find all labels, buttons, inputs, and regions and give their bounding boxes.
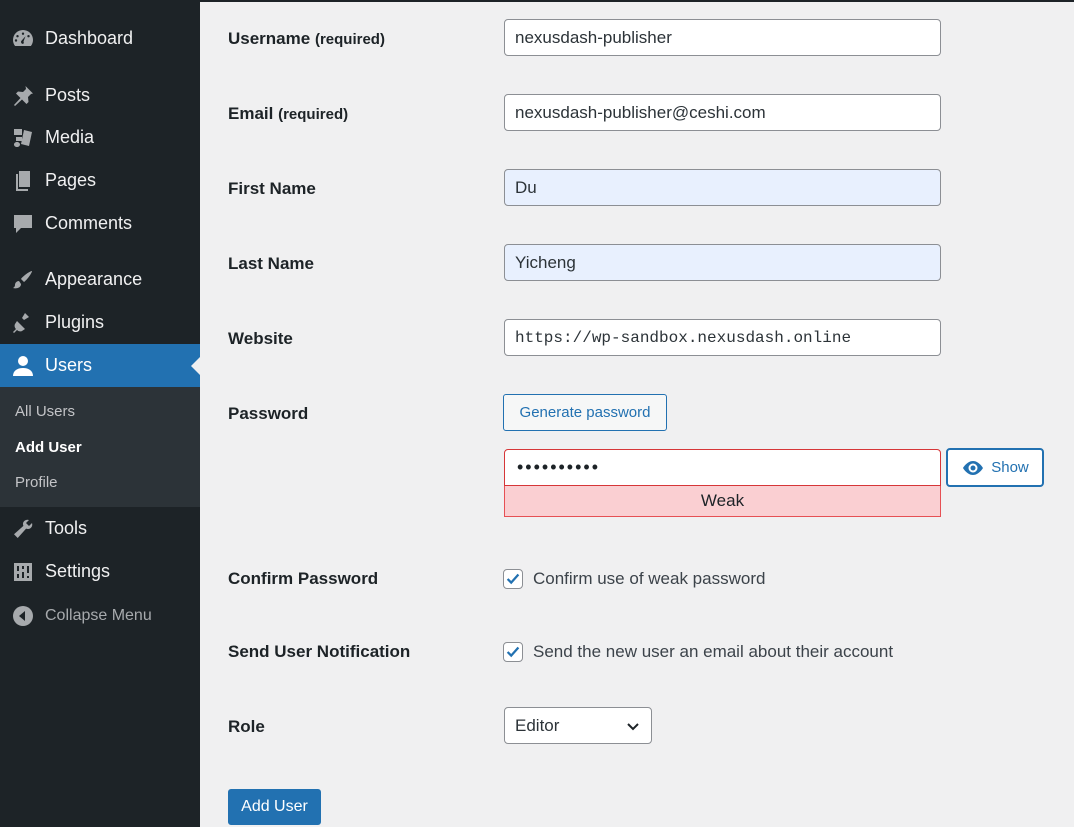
sidebar-item-label: Comments (45, 213, 133, 233)
checkmark-icon (506, 573, 520, 585)
settings-icon (10, 559, 36, 585)
sidebar-item-label: Settings (45, 561, 111, 581)
sidebar-item-label: Dashboard (45, 28, 134, 48)
collapse-icon (10, 603, 36, 629)
sidebar-item-pages[interactable]: Pages (0, 159, 200, 202)
sidebar-item-users[interactable]: Users (0, 344, 200, 387)
role-select[interactable]: Editor (504, 707, 652, 744)
password-input[interactable]: •••••••••• (504, 449, 941, 486)
collapse-menu-button[interactable]: Collapse Menu (0, 594, 200, 637)
checkmark-icon (506, 646, 520, 658)
sidebar-item-appearance[interactable]: Appearance (0, 258, 200, 301)
sidebar-item-label: Collapse Menu (45, 606, 152, 624)
username-label: Username (required) (228, 29, 385, 48)
user-icon (10, 353, 36, 379)
pushpin-icon (10, 83, 36, 109)
password-label: Password (228, 404, 309, 423)
send-notification-text: Send the new user an email about their a… (533, 642, 894, 661)
submenu-item-add-user[interactable]: Add User (15, 439, 82, 456)
website-input[interactable]: https://wp-sandbox.nexusdash.online (504, 319, 941, 356)
users-submenu: All Users Add User Profile (0, 387, 200, 507)
dashboard-icon (10, 26, 36, 52)
sidebar-item-settings[interactable]: Settings (0, 550, 200, 593)
plugin-icon (10, 310, 36, 336)
sidebar-item-comments[interactable]: Comments (0, 202, 200, 245)
show-password-button[interactable]: Show (946, 448, 1044, 487)
generate-password-button[interactable]: Generate password (503, 394, 667, 431)
confirm-weak-text: Confirm use of weak password (533, 569, 766, 588)
submenu-item-all-users[interactable]: All Users (15, 403, 75, 420)
sidebar-item-label: Media (45, 127, 95, 147)
sidebar-item-label: Posts (45, 85, 91, 105)
website-label: Website (228, 329, 293, 348)
sidebar-item-media[interactable]: Media (0, 116, 200, 159)
sidebar-item-dashboard[interactable]: Dashboard (0, 17, 200, 60)
current-menu-arrow (191, 356, 200, 375)
required-note: (required) (278, 106, 349, 123)
comment-icon (10, 211, 36, 237)
role-value: Editor (515, 715, 560, 735)
sidebar-item-plugins[interactable]: Plugins (0, 301, 200, 344)
email-input[interactable]: nexusdash-publisher@ceshi.com (504, 94, 941, 131)
confirm-password-label: Confirm Password (228, 569, 379, 588)
wrench-icon (10, 516, 36, 542)
paintbrush-icon (10, 267, 36, 293)
role-label: Role (228, 717, 265, 736)
sidebar-item-label: Plugins (45, 312, 105, 332)
media-icon (10, 125, 36, 151)
send-notification-checkbox[interactable] (503, 642, 523, 662)
confirm-weak-password-row[interactable]: Confirm use of weak password (503, 569, 765, 589)
send-notification-row[interactable]: Send the new user an email about their a… (503, 642, 893, 662)
sidebar-item-tools[interactable]: Tools (0, 507, 200, 550)
send-notification-label: Send User Notification (228, 642, 411, 661)
submenu-item-profile[interactable]: Profile (15, 474, 58, 491)
sidebar-item-label: Pages (45, 170, 97, 190)
admin-sidebar: Dashboard Posts Media Pages Comments App… (0, 0, 200, 827)
first-name-input[interactable]: Du (504, 169, 941, 206)
last-name-label: Last Name (228, 254, 314, 273)
sidebar-item-label: Appearance (45, 269, 143, 289)
eye-icon (961, 456, 985, 480)
add-user-button[interactable]: Add User (228, 789, 321, 825)
first-name-label: First Name (228, 179, 316, 198)
required-note: (required) (314, 31, 385, 48)
sidebar-item-label: Tools (45, 518, 88, 538)
sidebar-item-label: Users (45, 355, 93, 375)
pages-icon (10, 168, 36, 194)
last-name-input[interactable]: Yicheng (504, 244, 941, 281)
sidebar-item-posts[interactable]: Posts (0, 74, 200, 117)
top-border (200, 0, 1074, 2)
confirm-weak-checkbox[interactable] (503, 569, 523, 589)
email-label: Email (required) (228, 104, 349, 123)
chevron-down-icon (625, 718, 641, 734)
password-strength-meter: Weak (504, 486, 941, 517)
username-input[interactable]: nexusdash-publisher (504, 19, 941, 56)
show-label: Show (991, 459, 1029, 476)
